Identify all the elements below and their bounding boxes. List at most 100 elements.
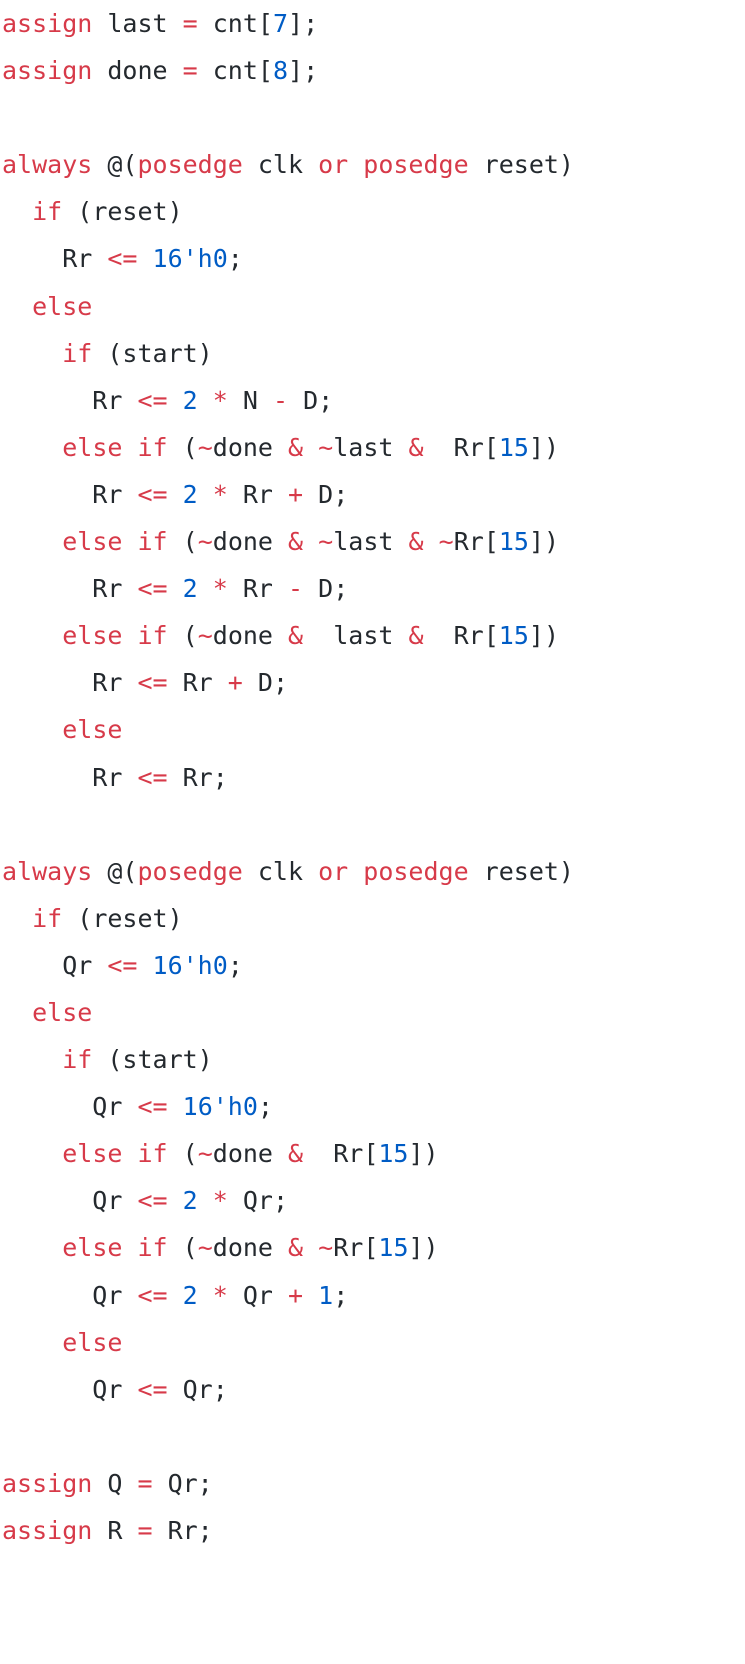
code-keyword: ~ [197, 1139, 213, 1169]
code-number: 2 [182, 1186, 198, 1216]
code-text: @( [92, 150, 138, 180]
code-keyword: * [212, 574, 228, 604]
code-keyword: = [182, 56, 198, 86]
code-keyword: = [182, 9, 198, 38]
code-keyword: ~ [318, 1233, 334, 1263]
code-number: 2 [182, 385, 198, 415]
code-text: Rr [227, 479, 289, 509]
code-keyword: <= [137, 1280, 168, 1310]
code-text: ( [167, 1233, 198, 1263]
code-keyword: <= [137, 1186, 168, 1216]
code-text: (start) [92, 1045, 213, 1075]
code-keyword: - [288, 574, 304, 604]
code-text: done [212, 1233, 289, 1263]
code-text: last [303, 621, 409, 651]
code-keyword: assign [2, 1468, 93, 1498]
code-text: (reset) [62, 903, 183, 933]
code-text: Rr; [167, 762, 228, 792]
code-text: ( [167, 1139, 198, 1169]
code-keyword: = [137, 1468, 153, 1498]
code-keyword: if [137, 621, 168, 651]
code-keyword: + [227, 668, 243, 698]
code-text: Qr [2, 950, 108, 980]
code-block: assign last = cnt[7]; assign done = cnt[8… [0, 0, 745, 1554]
code-text: last [333, 432, 409, 462]
code-line: Rr <= Rr; [2, 754, 745, 801]
code-line: assign done = cnt[8]; [2, 47, 745, 94]
code-keyword: assign [2, 56, 93, 86]
code-text: D; [303, 574, 349, 604]
code-line: assign last = cnt[7]; [2, 0, 745, 47]
code-text: ]) [528, 432, 560, 462]
code-keyword: <= [107, 950, 138, 980]
code-text: D; [288, 385, 334, 415]
code-keyword: <= [137, 1092, 168, 1122]
code-text: last [92, 9, 183, 38]
code-line: if (reset) [2, 895, 745, 942]
code-text: clk [242, 150, 319, 180]
code-keyword: posedge [137, 856, 243, 886]
code-keyword: if [137, 1139, 168, 1169]
code-number: 15 [498, 432, 529, 462]
code-keyword: & [288, 432, 304, 462]
code-keyword: if [32, 903, 63, 933]
code-keyword: posedge [363, 150, 469, 180]
code-line: Qr <= 16'h0; [2, 942, 745, 989]
code-text: ]) [408, 1233, 439, 1263]
code-keyword: <= [137, 762, 168, 792]
code-line: always @(posedge clk or posedge reset) [2, 848, 745, 895]
code-keyword: & [408, 527, 424, 557]
code-keyword: <= [137, 668, 168, 698]
code-text: Qr; [152, 1468, 213, 1498]
code-keyword: else [32, 997, 93, 1027]
code-keyword: + [288, 1280, 304, 1310]
code-line: else if (~done & Rr[15]) [2, 1130, 745, 1177]
code-line: Qr <= 2 * Qr; [2, 1177, 745, 1224]
code-line: assign R = Rr; [2, 1507, 745, 1554]
code-text: Qr [227, 1280, 289, 1310]
code-number: 15 [498, 527, 529, 557]
code-keyword: if [137, 432, 168, 462]
code-keyword: else [62, 432, 123, 462]
code-text: Rr [2, 574, 138, 604]
code-keyword: = [137, 1516, 153, 1545]
code-text: ; [227, 950, 243, 980]
code-keyword: else [62, 527, 123, 557]
code-text: Rr [2, 762, 138, 792]
code-text: Rr[ [423, 621, 499, 651]
code-number: 2 [182, 479, 198, 509]
code-text: N [227, 385, 273, 415]
code-text: Qr; [227, 1186, 289, 1216]
code-line: else if (~done & ~last & ~Rr[15]) [2, 518, 745, 565]
code-text: R [92, 1516, 138, 1545]
code-line: else if (~done & last & Rr[15]) [2, 612, 745, 659]
code-text: Qr [2, 1092, 138, 1122]
code-text: cnt[ [197, 56, 273, 86]
code-line: else if (~done & ~Rr[15]) [2, 1224, 745, 1271]
code-keyword: ~ [197, 432, 213, 462]
code-text: ( [167, 527, 198, 557]
code-number: 2 [182, 574, 198, 604]
code-number: 16'h0 [152, 244, 228, 274]
code-keyword: <= [137, 574, 168, 604]
code-line: Rr <= 2 * Rr - D; [2, 565, 745, 612]
code-line: if (reset) [2, 188, 745, 235]
code-line: assign Q = Qr; [2, 1460, 745, 1507]
code-text: D; [242, 668, 289, 698]
